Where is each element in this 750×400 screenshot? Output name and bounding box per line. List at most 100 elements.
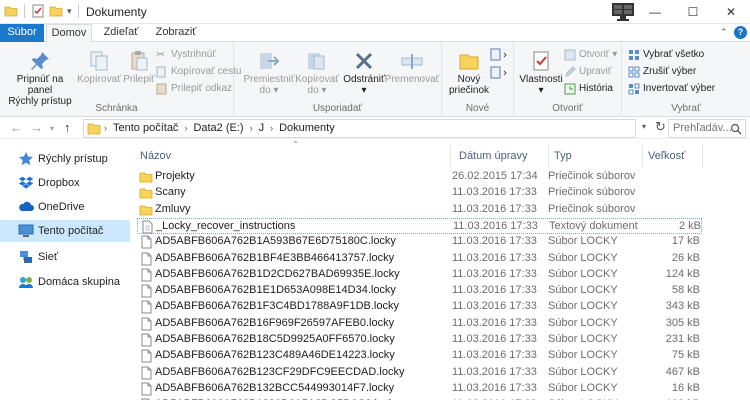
move-to-button[interactable]: Premiestniť do ▾: [240, 50, 298, 96]
tab-home[interactable]: Domov: [46, 24, 92, 43]
address-dropdown-icon[interactable]: ▾: [642, 122, 646, 131]
paste-button[interactable]: Prilepiť: [120, 50, 158, 85]
file-type: Súbor LOCKY: [548, 365, 618, 378]
file-row[interactable]: AD5ABFB606A762B1E1D653A098E14D34.locky 11…: [137, 283, 702, 299]
new-group-label: Nové: [465, 103, 490, 114]
file-row[interactable]: Projekty 26.02.2015 17:34 Priečinok súboro…: [137, 169, 702, 185]
crumb-dokumenty[interactable]: Dokumenty: [279, 122, 335, 134]
chevron-right-icon[interactable]: ›: [184, 123, 187, 133]
file-row[interactable]: AD5ABFB606A762B123CF29DFC9EECDAD.locky 11…: [137, 365, 702, 381]
paste-label: Prilepiť: [123, 74, 155, 85]
nav-homegroup[interactable]: Domáca skupina: [0, 271, 130, 293]
file-date: 11.03.2016 17:33: [452, 316, 537, 329]
copy-to-label-1: Kopírovať: [295, 74, 339, 85]
column-header-name[interactable]: Názov: [140, 144, 171, 168]
copy-path-button[interactable]: Kopírovať cestu: [156, 65, 241, 79]
open-button[interactable]: Otvoriť ▾: [564, 48, 617, 62]
crumb-this-pc[interactable]: Tento počítač: [113, 122, 178, 134]
minimize-button[interactable]: —: [636, 0, 674, 24]
file-size: 343 kB: [665, 300, 700, 313]
nav-label: Dropbox: [38, 177, 80, 189]
properties-icon: [533, 51, 549, 71]
column-divider[interactable]: [450, 144, 451, 168]
file-row[interactable]: AD5ABFB606A762B1A593B67E6D75180C.locky 11…: [137, 234, 702, 250]
file-row[interactable]: AD5ABFB606A762B132BCC544993014F7.locky 11…: [137, 381, 702, 397]
file-type: Súbor LOCKY: [548, 316, 618, 329]
nav-dropbox[interactable]: Dropbox: [0, 172, 130, 194]
file-row[interactable]: AD5ABFB606A762B123C489A46DE14223.locky 11…: [137, 348, 702, 364]
delete-button[interactable]: Odstrániť ▾: [340, 50, 388, 96]
file-icon: [141, 300, 152, 314]
file-row[interactable]: AD5ABFB606A762B1BF4E3BB466413757.locky 11…: [137, 251, 702, 267]
tab-file[interactable]: Súbor: [0, 24, 44, 42]
properties-icon[interactable]: [31, 4, 45, 18]
homegroup-icon: [19, 277, 33, 288]
search-input[interactable]: Prehľadáv...: [668, 119, 746, 138]
collapse-ribbon-icon[interactable]: ⌃: [720, 27, 728, 38]
breadcrumb: › Tento počítač › Data2 (E:) › J › Dokum…: [104, 122, 335, 134]
maximize-button[interactable]: ☐: [674, 0, 712, 24]
new-folder-icon[interactable]: [49, 4, 63, 18]
file-row[interactable]: _Locky_recover_instructions 11.03.2016 17…: [137, 217, 702, 234]
column-header-date[interactable]: Dátum úpravy: [459, 144, 527, 168]
crumb-j[interactable]: J: [259, 122, 265, 134]
rename-button[interactable]: Premenovať: [384, 50, 440, 85]
copy-to-button[interactable]: Kopírovať do ▾: [292, 50, 342, 96]
chevron-right-icon[interactable]: ›: [104, 123, 107, 133]
properties-button[interactable]: Vlastnosti ▾: [516, 50, 566, 96]
nav-this-pc[interactable]: Tento počítač: [0, 220, 130, 242]
file-icon: [141, 252, 152, 265]
invert-selection-icon: [628, 83, 640, 95]
nav-quick-access[interactable]: Rýchly prístup: [0, 148, 130, 170]
file-type: Súbor LOCKY: [548, 235, 618, 248]
back-arrow-icon[interactable]: ←: [10, 120, 23, 135]
history-button[interactable]: História: [564, 82, 613, 96]
nav-network[interactable]: Sieť: [0, 246, 130, 268]
file-row[interactable]: AD5ABFB606A762B16F969F26597AFEB0.locky 11…: [137, 316, 702, 332]
paste-shortcut-button[interactable]: Prilepiť odkaz: [156, 82, 232, 96]
tab-view[interactable]: Zobraziť: [150, 24, 202, 42]
file-row[interactable]: Scany 11.03.2016 17:33 Priečinok súborov: [137, 185, 702, 201]
copy-button[interactable]: Kopírovať: [76, 50, 122, 85]
column-divider[interactable]: [548, 144, 549, 168]
up-arrow-icon[interactable]: ↑: [64, 120, 71, 135]
address-bar[interactable]: › Tento počítač › Data2 (E:) › J › Dokum…: [83, 119, 636, 138]
new-folder-button[interactable]: Nový priečinok: [446, 50, 492, 96]
column-header-type[interactable]: Typ: [554, 144, 572, 168]
chevron-right-icon[interactable]: ›: [270, 123, 273, 133]
close-button[interactable]: ✕: [712, 0, 750, 24]
column-divider[interactable]: [702, 144, 703, 168]
invert-selection-button[interactable]: Invertovať výber: [628, 82, 715, 96]
new-folder-icon: [459, 54, 479, 70]
file-row[interactable]: AD5ABFB606A762B1D2CD627BAD69935E.locky 11…: [137, 267, 702, 283]
file-row[interactable]: AD5ABFB606A762B18C5D9925A0FF6570.locky 11…: [137, 332, 702, 348]
file-name: AD5ABFB606A762B16F969F26597AFEB0.locky: [155, 316, 395, 329]
open-icon: [564, 49, 576, 61]
select-all-button[interactable]: Vybrať všetko: [628, 48, 704, 62]
edit-button[interactable]: Upraviť: [564, 65, 612, 79]
cut-button[interactable]: ✂ Vystrihnúť: [156, 48, 216, 62]
new-folder-label-1: Nový: [457, 74, 481, 85]
tab-share[interactable]: Zdieľať: [96, 24, 146, 42]
refresh-icon[interactable]: ↻: [655, 119, 666, 135]
nav-onedrive[interactable]: OneDrive: [0, 196, 130, 218]
star-icon: [19, 152, 33, 166]
file-row[interactable]: Zmluvy 11.03.2016 17:33 Priečinok súborov: [137, 202, 702, 218]
folder-icon: [4, 6, 18, 17]
forward-arrow-icon[interactable]: →: [30, 120, 43, 135]
copy-to-icon: [308, 53, 325, 70]
select-none-button[interactable]: Zrušiť výber: [628, 65, 696, 79]
column-header-size[interactable]: Veľkosť: [648, 144, 685, 168]
file-date: 11.03.2016 17:33: [453, 219, 538, 232]
help-icon[interactable]: ?: [734, 26, 747, 39]
pin-quick-access-button[interactable]: Pripnúť na panel Rýchly prístup: [4, 50, 76, 107]
easy-access-icon[interactable]: [490, 66, 508, 80]
file-row[interactable]: AD5ABFB606A762B1F3C4BD1788A9F1DB.locky 11…: [137, 299, 702, 315]
column-divider[interactable]: [642, 144, 643, 168]
new-item-icon[interactable]: [490, 48, 508, 62]
chevron-right-icon[interactable]: ›: [250, 123, 253, 133]
crumb-data2[interactable]: Data2 (E:): [193, 122, 243, 134]
recent-dropdown-icon[interactable]: ▾: [50, 124, 54, 133]
file-date: 11.03.2016 17:33: [452, 284, 537, 297]
customize-dropdown-icon[interactable]: ▾: [67, 6, 72, 17]
